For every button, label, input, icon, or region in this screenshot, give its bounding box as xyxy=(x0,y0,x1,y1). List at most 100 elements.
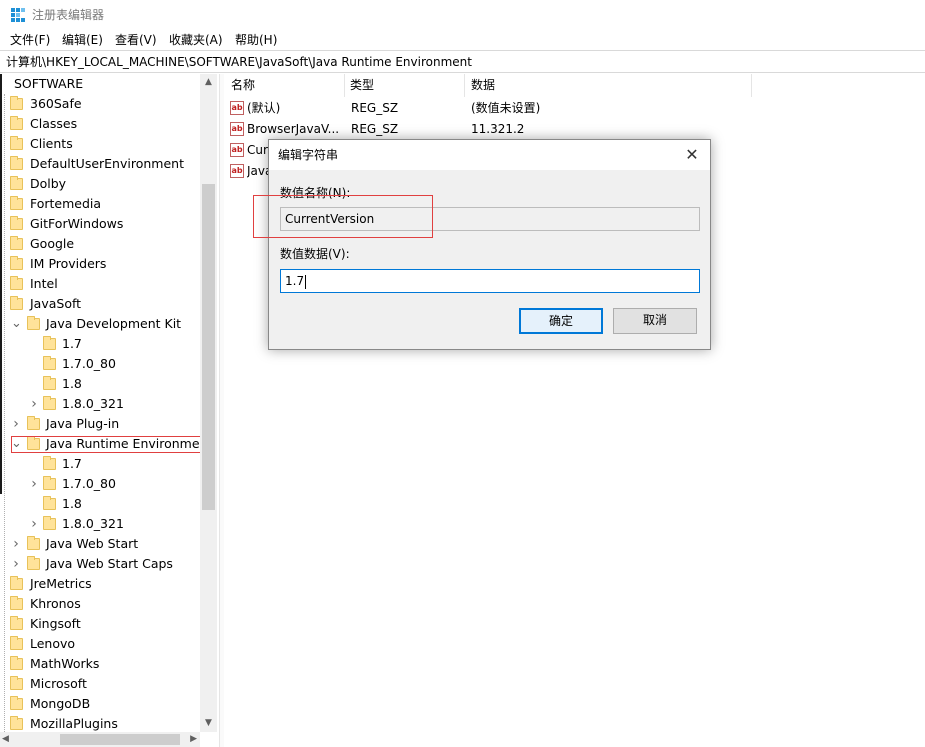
scroll-right-icon[interactable]: ▶ xyxy=(190,732,197,747)
tree-item[interactable]: 1.7.0_80 xyxy=(0,354,200,374)
tree-item-label: Java Development Kit xyxy=(46,316,182,331)
tree-item[interactable]: 1.8 xyxy=(0,494,200,514)
chevron-right-icon[interactable]: › xyxy=(29,517,39,531)
cancel-button[interactable]: 取消 xyxy=(613,308,697,334)
tree-item[interactable]: › Java Web Start Caps xyxy=(0,554,200,574)
folder-icon xyxy=(43,356,56,370)
column-header-type[interactable]: 类型 xyxy=(350,74,374,97)
value-name-label: 数值名称(N): xyxy=(280,186,351,200)
tree-item[interactable]: 360Safe xyxy=(0,94,200,114)
tree-item[interactable]: Kingsoft xyxy=(0,614,200,634)
tree-item[interactable]: 1.7 xyxy=(0,454,200,474)
edit-string-dialog: 编辑字符串 ✕ 数值名称(N): CurrentVersion 数值数据(V):… xyxy=(268,139,711,350)
tree-item[interactable]: Khronos xyxy=(0,594,200,614)
column-separator[interactable] xyxy=(464,74,465,97)
tree-item[interactable]: › 1.8.0_321 xyxy=(0,394,200,414)
tree-item-label: Dolby xyxy=(30,176,67,191)
folder-icon xyxy=(10,176,23,190)
tree-item-label: 1.7.0_80 xyxy=(62,356,116,371)
value-data-label: 数值数据(V): xyxy=(280,247,350,261)
regedit-icon xyxy=(11,8,25,22)
tree-item-label: 1.8.0_321 xyxy=(62,396,124,411)
column-header-data[interactable]: 数据 xyxy=(471,74,495,97)
hscrollbar-thumb[interactable] xyxy=(60,734,180,745)
menu-file[interactable]: 文件(F) xyxy=(10,32,50,48)
chevron-down-icon[interactable]: ⌄ xyxy=(11,317,22,331)
tree-item[interactable]: › Java Plug-in xyxy=(0,414,200,434)
chevron-down-icon[interactable]: ⌄ xyxy=(11,437,22,451)
chevron-right-icon[interactable]: › xyxy=(11,537,21,551)
menu-favorites[interactable]: 收藏夹(A) xyxy=(169,32,223,48)
tree-item-label: JavaSoft xyxy=(30,296,82,311)
close-icon[interactable]: ✕ xyxy=(682,145,702,165)
column-separator[interactable] xyxy=(751,74,752,97)
address-path[interactable]: 计算机\HKEY_LOCAL_MACHINE\SOFTWARE\JavaSoft… xyxy=(6,54,472,70)
tree-item-label: GitForWindows xyxy=(30,216,124,231)
tree-root-software[interactable]: SOFTWARE xyxy=(14,76,83,92)
scroll-down-icon[interactable]: ▼ xyxy=(200,715,217,732)
tree-item[interactable]: 1.8 xyxy=(0,374,200,394)
column-separator[interactable] xyxy=(344,74,345,97)
tree-item[interactable]: Google xyxy=(0,234,200,254)
scrollbar-thumb[interactable] xyxy=(202,184,215,510)
tree-item-label: Java Plug-in xyxy=(46,416,120,431)
folder-icon xyxy=(10,236,23,250)
value-row[interactable]: ab BrowserJavaV... REG_SZ 11.321.2 xyxy=(224,119,925,140)
tree-item[interactable]: › 1.8.0_321 xyxy=(0,514,200,534)
tree-item[interactable]: › 1.7.0_80 xyxy=(0,474,200,494)
tree-item-label: MathWorks xyxy=(30,656,100,671)
tree-item[interactable]: MozillaPlugins xyxy=(0,714,200,734)
menu-bar: 文件(F) 编辑(E) 查看(V) 收藏夹(A) 帮助(H) xyxy=(0,29,925,50)
folder-icon xyxy=(10,96,23,110)
column-header-name[interactable]: 名称 xyxy=(231,74,255,97)
value-row[interactable]: ab (默认) REG_SZ (数值未设置) xyxy=(224,98,925,119)
tree-item[interactable]: Classes xyxy=(0,114,200,134)
tree-item[interactable]: Clients xyxy=(0,134,200,154)
folder-icon xyxy=(43,456,56,470)
chevron-right-icon[interactable]: › xyxy=(29,477,39,491)
scroll-left-icon[interactable]: ◀ xyxy=(2,732,9,747)
tree-item[interactable]: 1.7 xyxy=(0,334,200,354)
tree-item-label: JreMetrics xyxy=(30,576,92,591)
folder-icon xyxy=(10,216,23,230)
tree-item[interactable]: GitForWindows xyxy=(0,214,200,234)
tree-horizontal-scrollbar[interactable]: ◀ ▶ xyxy=(0,732,200,747)
tree-item[interactable]: Fortemedia xyxy=(0,194,200,214)
menu-edit[interactable]: 编辑(E) xyxy=(62,32,103,48)
tree-item[interactable]: JreMetrics xyxy=(0,574,200,594)
tree-item[interactable]: IM Providers xyxy=(0,254,200,274)
tree-item[interactable]: Microsoft xyxy=(0,674,200,694)
address-bar[interactable]: 计算机\HKEY_LOCAL_MACHINE\SOFTWARE\JavaSoft… xyxy=(0,50,925,73)
tree-item[interactable]: DefaultUserEnvironment xyxy=(0,154,200,174)
tree-item[interactable]: › Java Web Start xyxy=(0,534,200,554)
menu-view[interactable]: 查看(V) xyxy=(115,32,157,48)
folder-icon xyxy=(27,436,40,450)
tree-vertical-scrollbar[interactable]: ▲ ▼ xyxy=(200,74,217,732)
tree-item-label: Intel xyxy=(30,276,58,291)
folder-icon xyxy=(43,516,56,530)
menu-help[interactable]: 帮助(H) xyxy=(235,32,277,48)
tree-item[interactable]: ⌄ Java Development Kit xyxy=(0,314,200,334)
ok-button[interactable]: 确定 xyxy=(519,308,603,334)
folder-icon xyxy=(10,116,23,130)
tree-item-label: IM Providers xyxy=(30,256,107,271)
string-value-icon: ab xyxy=(230,101,244,115)
chevron-right-icon[interactable]: › xyxy=(29,397,39,411)
value-name-text: CurrentVersion xyxy=(285,212,375,226)
folder-icon xyxy=(43,376,56,390)
dialog-title-bar[interactable]: 编辑字符串 ✕ xyxy=(269,140,710,170)
tree-item[interactable]: MathWorks xyxy=(0,654,200,674)
tree-item-label: MongoDB xyxy=(30,696,91,711)
scroll-up-icon[interactable]: ▲ xyxy=(200,74,217,91)
tree-item[interactable]: Lenovo xyxy=(0,634,200,654)
tree-item[interactable]: JavaSoft xyxy=(0,294,200,314)
tree-item[interactable]: Dolby xyxy=(0,174,200,194)
folder-icon xyxy=(10,276,23,290)
tree-item-label: Java Runtime Environment xyxy=(46,436,213,451)
value-data-input[interactable]: 1.7 xyxy=(280,269,700,293)
tree-item[interactable]: ⌄ Java Runtime Environment xyxy=(0,434,212,454)
chevron-right-icon[interactable]: › xyxy=(11,417,21,431)
tree-item[interactable]: Intel xyxy=(0,274,200,294)
chevron-right-icon[interactable]: › xyxy=(11,557,21,571)
tree-item[interactable]: MongoDB xyxy=(0,694,200,714)
